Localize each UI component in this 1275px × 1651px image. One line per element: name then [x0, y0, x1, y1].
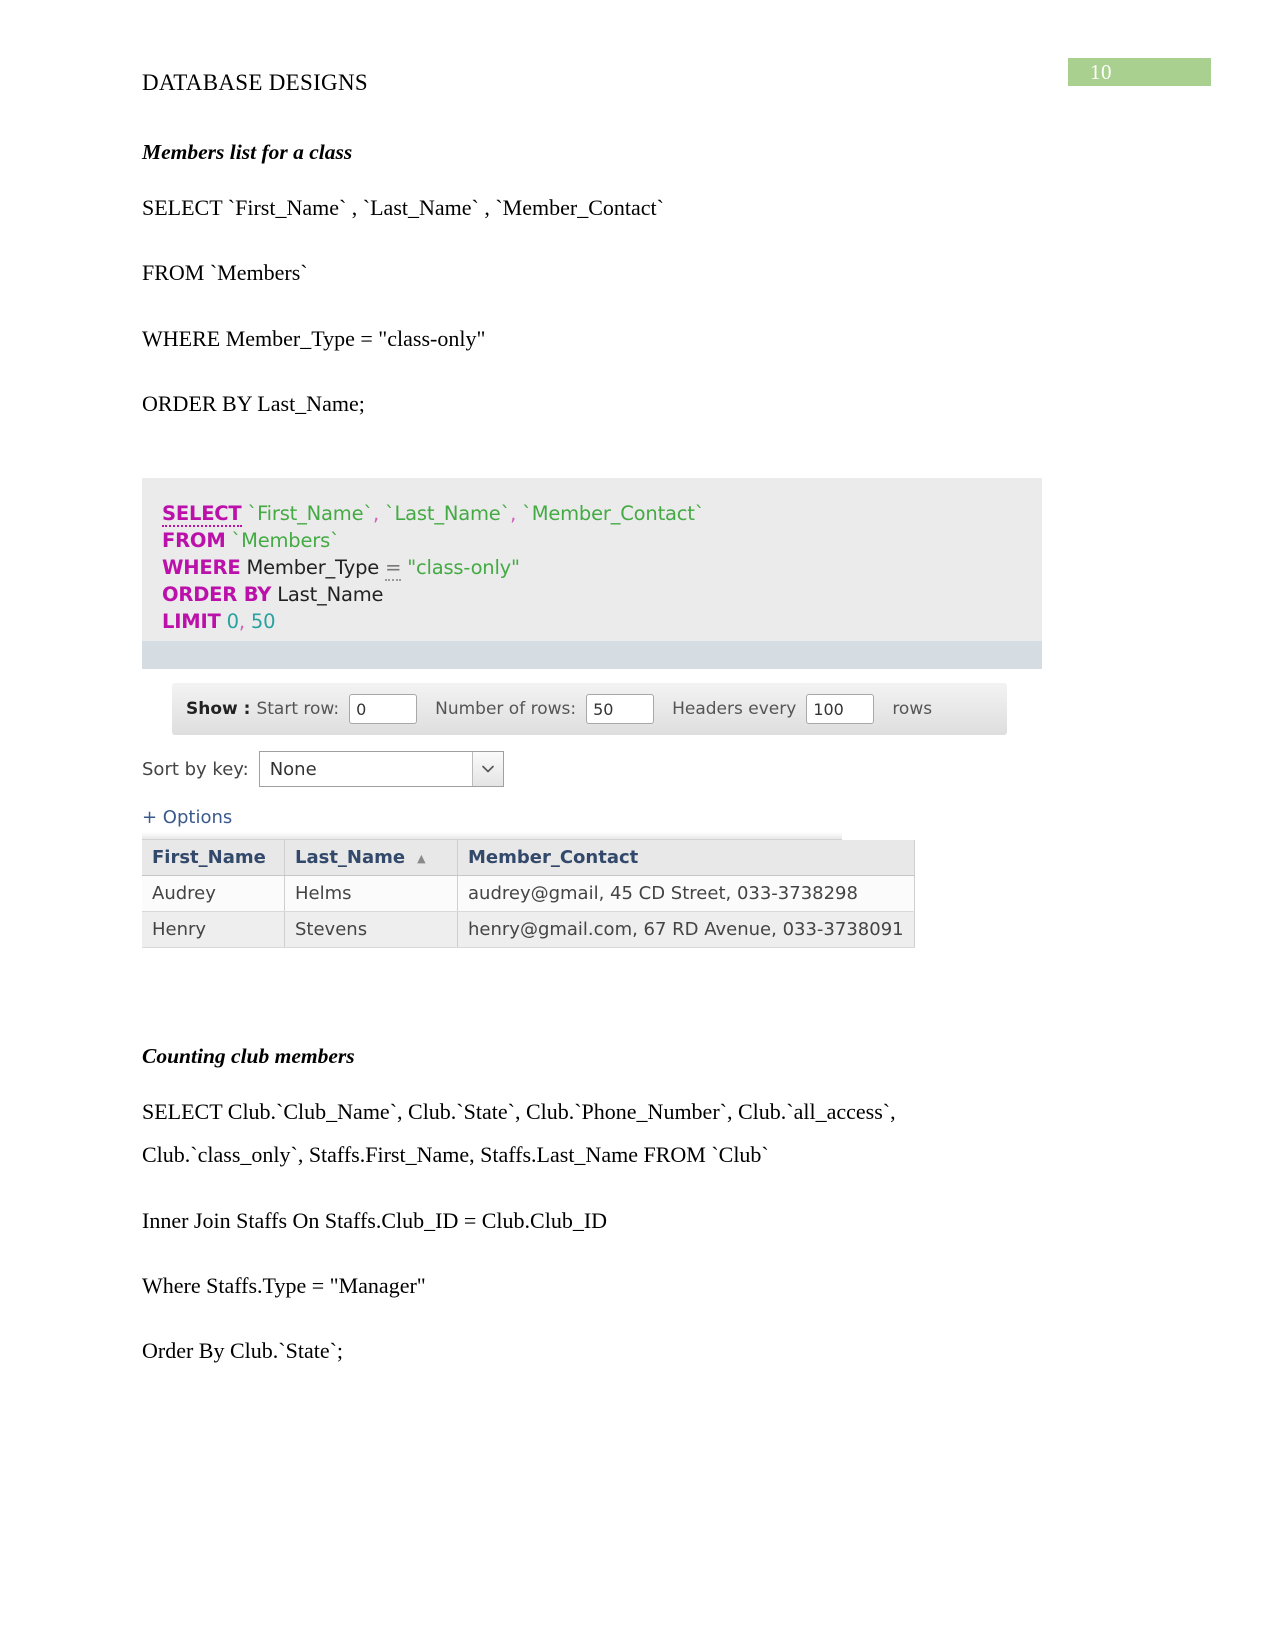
- headers-every-label: Headers every: [672, 699, 797, 719]
- rows-suffix-label: rows: [892, 699, 933, 719]
- section1-sql-line-1: SELECT `First_Name` , `Last_Name` , `Mem…: [142, 195, 664, 220]
- sql-field-member-contact: `Member_Contact`: [522, 502, 705, 525]
- sql-line-where: WHERE Member_Type = "class-only": [162, 554, 1042, 581]
- sort-by-key-select[interactable]: None: [258, 751, 504, 787]
- number-of-rows-input[interactable]: [586, 694, 655, 724]
- sql-keyword-limit: LIMIT: [162, 610, 221, 633]
- sql-line-limit: LIMIT 0, 50: [162, 608, 1042, 635]
- sql-keyword-where: WHERE: [162, 556, 241, 579]
- show-label: Show :: [186, 699, 251, 719]
- sort-by-key-row: Sort by key: None: [142, 751, 1042, 787]
- sql-limit-count: 50: [250, 610, 276, 633]
- section1-sql-line-3: WHERE Member_Type = "class-only": [142, 325, 486, 351]
- section-members-list: Members list for a class SELECT `First_N…: [142, 140, 1082, 456]
- headers-every-input[interactable]: [806, 694, 875, 724]
- sql-value-class-only: "class-only": [407, 556, 520, 579]
- column-header-last-name-label: Last_Name: [295, 847, 406, 868]
- table-header-row: First_Name Last_Name ▲ Member_Contact: [142, 840, 915, 876]
- section-counting-club-members: Counting club members SELECT Club.`Club_…: [142, 1044, 1087, 1403]
- sql-limit-start: 0: [226, 610, 239, 633]
- phpmyadmin-screenshot: SELECT `First_Name`, `Last_Name`, `Membe…: [142, 478, 1042, 948]
- sql-comma-1: ,: [372, 502, 379, 525]
- sql-keyword-select: SELECT: [162, 502, 242, 527]
- section1-sql-line-2: FROM `Members`: [142, 260, 308, 286]
- sql-limit-comma: ,: [238, 610, 245, 633]
- sql-comma-2: ,: [510, 502, 517, 525]
- page-number-badge: 10: [1068, 58, 1211, 86]
- sql-field-last-name: `Last_Name`: [384, 502, 511, 525]
- table-row: Henry Stevens henry@gmail.com, 67 RD Ave…: [142, 911, 915, 948]
- sql-query-display: SELECT `First_Name`, `Last_Name`, `Membe…: [142, 478, 1042, 641]
- sql-line-from: FROM `Members`: [162, 527, 1042, 554]
- sql-line-select: SELECT `First_Name`, `Last_Name`, `Membe…: [162, 500, 1042, 527]
- section2-sql-line-5: Order By Club.`State`;: [142, 1338, 344, 1364]
- cell-first-name: Henry: [142, 911, 285, 948]
- column-header-last-name[interactable]: Last_Name ▲: [284, 840, 458, 876]
- number-of-rows-label: Number of rows:: [435, 699, 577, 719]
- sort-ascending-icon: ▲: [417, 851, 426, 865]
- cell-last-name: Helms: [284, 875, 458, 912]
- results-table-topline: [142, 832, 842, 840]
- column-header-first-name-label: First_Name: [152, 847, 266, 868]
- show-rows-toolbar: Show : Start row: Number of rows: Header…: [172, 683, 1007, 735]
- section2-sql-line-4: Where Staffs.Type = "Manager": [142, 1272, 426, 1298]
- sql-field-first-name: `First_Name`: [247, 502, 374, 525]
- sort-by-key-value: None: [269, 758, 317, 780]
- query-results-table: First_Name Last_Name ▲ Member_Contact Aud…: [142, 840, 915, 948]
- cell-member-contact: henry@gmail.com, 67 RD Avenue, 033-37380…: [457, 911, 915, 948]
- sql-operator-equals: =: [385, 556, 402, 581]
- cell-member-contact: audrey@gmail, 45 CD Street, 033-3738298: [457, 875, 915, 912]
- column-header-member-contact-label: Member_Contact: [468, 847, 639, 868]
- sql-column-member-type: Member_Type: [246, 556, 380, 579]
- sql-line-order-by: ORDER BY Last_Name: [162, 581, 1042, 608]
- section1-sql-line-4: ORDER BY Last_Name;: [142, 390, 365, 416]
- start-row-input[interactable]: [349, 694, 418, 724]
- options-toggle-link[interactable]: + Options: [142, 807, 1042, 828]
- sql-toolbar-strip: [142, 641, 1042, 669]
- section2-heading: Counting club members: [142, 1044, 355, 1068]
- sql-keyword-from: FROM: [162, 529, 226, 552]
- sql-table-members: `Members`: [231, 529, 340, 552]
- section1-heading: Members list for a class: [142, 140, 353, 164]
- document-header-title: DATABASE DESIGNS: [142, 70, 368, 95]
- table-row: Audrey Helms audrey@gmail, 45 CD Street,…: [142, 875, 915, 912]
- section2-sql-line-2: Club.`class_only`, Staffs.First_Name, St…: [142, 1142, 769, 1168]
- start-row-label: Start row:: [256, 699, 340, 719]
- column-header-member-contact[interactable]: Member_Contact: [457, 840, 915, 876]
- section2-sql-line-3: Inner Join Staffs On Staffs.Club_ID = Cl…: [142, 1207, 608, 1233]
- section2-sql-line-1: SELECT Club.`Club_Name`, Club.`State`, C…: [142, 1099, 896, 1124]
- sql-order-column: Last_Name: [277, 583, 384, 606]
- sql-keyword-order-by: ORDER BY: [162, 583, 272, 606]
- sort-by-key-label: Sort by key:: [142, 758, 249, 780]
- column-header-first-name[interactable]: First_Name: [142, 840, 285, 876]
- page-number: 10: [1090, 60, 1112, 84]
- cell-first-name: Audrey: [142, 875, 285, 912]
- cell-last-name: Stevens: [284, 911, 458, 948]
- chevron-down-icon: [471, 752, 503, 786]
